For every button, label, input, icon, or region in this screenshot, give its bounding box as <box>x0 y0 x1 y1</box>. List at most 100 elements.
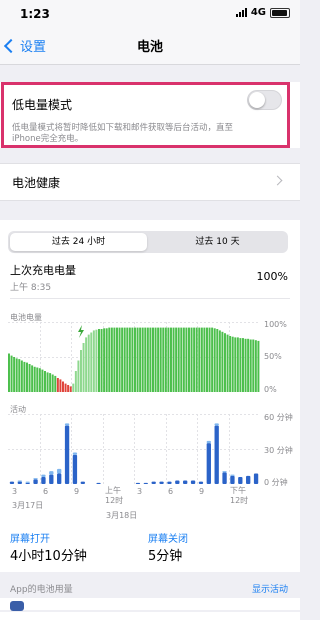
level-bar <box>13 357 16 392</box>
level-bar <box>172 327 175 392</box>
level-bar <box>177 327 180 392</box>
level-bar <box>154 327 157 392</box>
level-bar <box>139 327 142 392</box>
activity-bar-screen-on <box>190 480 196 484</box>
activity-bar-screen-off <box>230 474 235 476</box>
level-bar <box>224 333 226 392</box>
activity-bar-screen-off <box>57 468 62 474</box>
level-bar <box>236 337 239 392</box>
level-bar <box>216 329 219 392</box>
level-bar <box>244 338 247 392</box>
level-bar <box>116 327 118 392</box>
level-bar <box>8 353 10 392</box>
x-label-9b: 9 <box>199 487 205 496</box>
low-power-toggle[interactable] <box>247 90 282 110</box>
activity-tick-0: 0 分钟 <box>264 478 288 487</box>
navigation-bar: 设置 电池 <box>0 26 300 65</box>
app-list <box>0 598 300 610</box>
level-bar <box>170 327 172 392</box>
level-bar <box>46 372 49 392</box>
screen-off-value: 5分钟 <box>148 549 183 564</box>
level-bar <box>54 375 57 392</box>
activity-bar-screen-on <box>253 473 259 484</box>
level-bar <box>141 327 144 392</box>
level-bar <box>159 327 162 392</box>
description-line-2: iPhone完全充电。 <box>12 134 84 144</box>
screen-on-label: 屏幕打开 <box>10 534 50 545</box>
level-bar <box>164 327 167 392</box>
toggle-knob <box>249 92 265 108</box>
level-bar <box>252 339 255 392</box>
level-bar <box>131 327 134 392</box>
show-activity-link[interactable]: 显示活动 <box>252 582 288 595</box>
activity-bar-screen-on <box>230 475 235 484</box>
tab-last-10-days[interactable]: 过去 10 天 <box>149 233 286 251</box>
level-bar <box>144 327 147 392</box>
charging-bolt-icon <box>78 325 84 338</box>
level-bar <box>69 386 72 392</box>
activity-bar-screen-on <box>198 481 204 484</box>
level-bar <box>20 360 23 392</box>
date-label-left: 3月17日 <box>12 501 44 510</box>
activity-bar-screen-off <box>41 474 46 477</box>
last-charge-label: 上次充电电量 <box>10 264 76 277</box>
activity-bar-screen-on <box>57 473 62 484</box>
x-label-3b: 3 <box>137 487 143 496</box>
level-bar <box>182 327 185 392</box>
activity-bar-screen-on <box>206 443 211 484</box>
level-bar <box>18 359 21 392</box>
signal-icon <box>235 8 247 17</box>
level-bar <box>190 327 193 392</box>
activity-bar-screen-on <box>238 477 243 484</box>
activity-tick-60: 60 分钟 <box>264 413 293 422</box>
level-bar <box>23 361 26 392</box>
divider <box>10 298 290 299</box>
level-bar <box>82 343 85 392</box>
activity-bar-screen-off <box>72 452 78 455</box>
activity-bar-screen-on <box>64 425 70 484</box>
level-bar <box>67 385 70 392</box>
level-bar <box>162 327 165 392</box>
activity-bar-screen-on <box>143 482 148 484</box>
level-bar <box>51 374 54 392</box>
activity-bar-screen-on <box>25 482 30 484</box>
level-bar <box>59 379 62 392</box>
level-bar <box>257 340 260 392</box>
x-label-noon-pm: 下午 12时 <box>230 486 249 505</box>
level-bar <box>31 365 34 392</box>
activity-bar-screen-on <box>159 481 164 484</box>
level-bar <box>247 338 250 392</box>
level-bar <box>121 327 124 392</box>
tab-last-24-hours[interactable]: 过去 24 小时 <box>10 233 147 251</box>
low-power-description: 低电量模式将暂时降低如下载和邮件获取等后台活动，直至 iPhone完全充电。 <box>12 123 282 145</box>
level-bar <box>180 327 183 392</box>
description-line-1: 低电量模式将暂时降低如下载和邮件获取等后台活动，直至 <box>12 123 234 133</box>
activity-bar-screen-on <box>183 480 188 484</box>
level-bar <box>28 364 31 392</box>
activity-bar-screen-on <box>167 481 172 484</box>
activity-bar-screen-on <box>72 454 78 484</box>
level-bar <box>128 327 131 392</box>
level-bar <box>33 366 36 392</box>
app-usage-label: App的电池用量 <box>10 585 73 595</box>
activity-bar-screen-on <box>214 425 219 484</box>
activity-bar-screen-on <box>9 481 15 484</box>
level-bar <box>92 330 95 392</box>
level-bar <box>103 328 106 392</box>
level-bar <box>149 327 152 392</box>
level-tick-100: 100% <box>264 320 287 329</box>
level-bar <box>36 367 39 392</box>
level-bar <box>113 327 116 392</box>
activity-bar-screen-off <box>206 440 211 444</box>
level-bar <box>203 327 206 392</box>
level-bar <box>157 327 160 392</box>
status-bar: 1:23 4G <box>0 0 300 26</box>
level-bar <box>77 360 80 392</box>
level-bar <box>105 328 108 392</box>
activity-bar-screen-on <box>49 474 54 484</box>
level-bar <box>38 368 41 392</box>
level-bar <box>218 330 221 392</box>
level-bar <box>134 327 136 392</box>
page-title: 电池 <box>136 40 163 55</box>
status-time: 1:23 <box>20 7 50 21</box>
